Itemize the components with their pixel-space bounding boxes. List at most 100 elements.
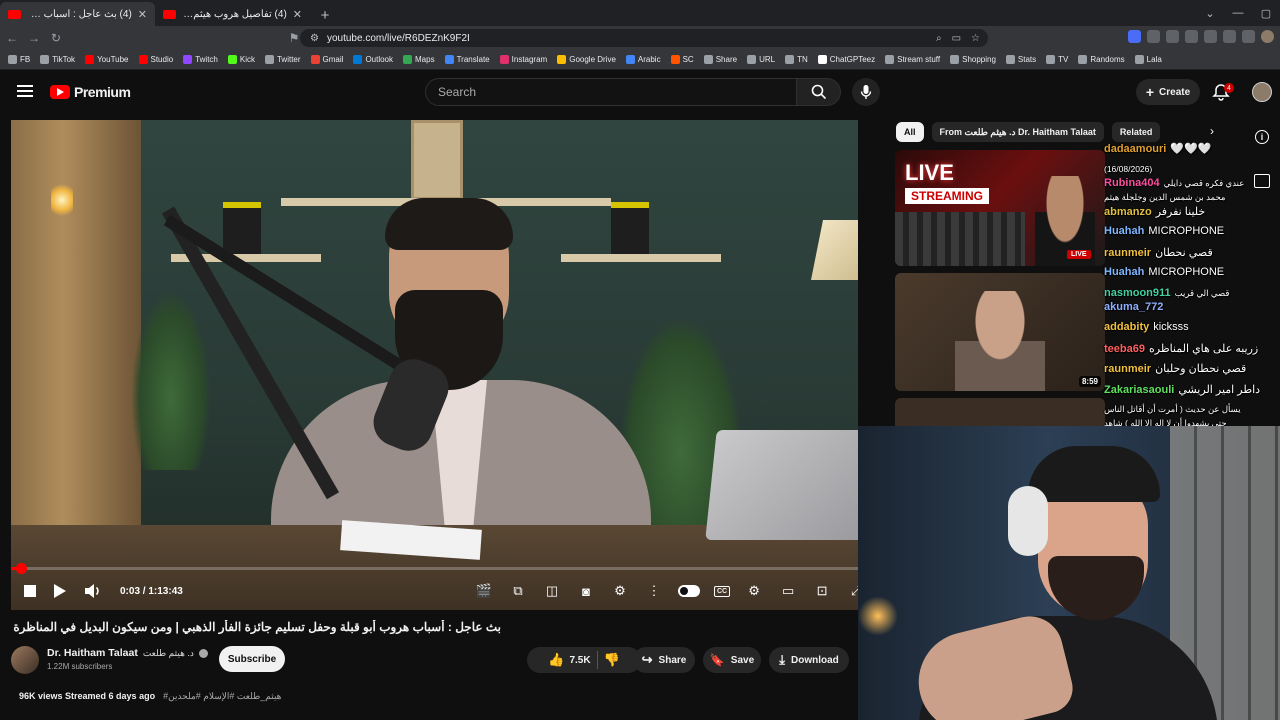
search-button[interactable] — [797, 78, 841, 106]
bookmark-item[interactable]: Share — [703, 55, 737, 64]
tab-search-icon[interactable]: ⌄ — [1196, 0, 1224, 26]
like-button[interactable]: 👍 7.5K — [548, 652, 590, 668]
bookmark-item[interactable]: Instagram — [499, 55, 547, 64]
minimize-button[interactable]: — — [1224, 0, 1252, 26]
bookmark-item[interactable]: Twitch — [183, 55, 218, 64]
miniplayer-icon[interactable]: ▭ — [778, 582, 798, 600]
chip-related[interactable]: Related — [1111, 122, 1161, 142]
forward-arrow-icon[interactable]: → — [24, 28, 44, 48]
bookmark-item[interactable]: Stream stuff — [885, 55, 940, 64]
extension-icon[interactable] — [1204, 30, 1217, 43]
extension-icon[interactable] — [1147, 30, 1160, 43]
gear-icon[interactable]: ⚙ — [610, 582, 630, 600]
bookmark-item[interactable]: Studio — [138, 55, 173, 64]
address-bar[interactable]: ⚙ youtube.com/live/R6DEZnK9F2I ⌕ ▭ ☆ — [300, 29, 988, 47]
bookmark-item[interactable]: Maps — [403, 55, 435, 64]
chevron-right-icon[interactable]: › — [1210, 124, 1214, 138]
bookmark-item[interactable]: Randoms — [1078, 55, 1125, 64]
bookmark-item[interactable]: Gmail — [310, 55, 343, 64]
clapper-icon[interactable]: 🎬 — [474, 582, 494, 600]
chat-username[interactable]: raunmeir — [1104, 247, 1151, 259]
video-player[interactable] — [11, 120, 858, 610]
cast-icon[interactable]: ⊡ — [812, 582, 832, 600]
bookmark-item[interactable]: Stats — [1005, 55, 1036, 64]
youtube-logo[interactable]: Premium — [50, 84, 131, 100]
chat-username[interactable]: teeba69 — [1104, 343, 1145, 355]
cast-icon[interactable]: ▭ — [952, 33, 961, 44]
bookmark-item[interactable]: SC — [670, 55, 694, 64]
back-arrow-icon[interactable]: ← — [2, 28, 22, 48]
extension-icon[interactable] — [1223, 30, 1236, 43]
bookmark-item[interactable]: Translate — [444, 55, 490, 64]
bookmark-item[interactable]: TikTok — [40, 55, 75, 64]
camera-icon[interactable]: ◙ — [576, 582, 596, 600]
chat-username[interactable]: Rubina404 — [1104, 177, 1160, 189]
profile-icon[interactable] — [1261, 30, 1274, 43]
chat-username[interactable]: nasmoon911 — [1104, 287, 1171, 299]
extension-icon[interactable] — [1166, 30, 1179, 43]
chip-from-channel[interactable]: From د. هيثم طلعت Dr. Haitham Talaat — [931, 122, 1104, 142]
channel-avatar[interactable] — [11, 646, 39, 674]
account-avatar[interactable] — [1252, 82, 1272, 102]
search-input[interactable]: Search — [425, 78, 797, 106]
chat-username[interactable]: Huahah — [1104, 266, 1144, 278]
bookmark-item[interactable]: Kick — [227, 55, 255, 64]
new-tab-button[interactable]: + — [314, 4, 336, 26]
bookmark-item[interactable]: Twitter — [264, 55, 301, 64]
more-vertical-icon[interactable]: ⋮ — [644, 582, 664, 600]
site-info-icon[interactable]: ⚙ — [310, 33, 319, 44]
save-button[interactable]: 🔖 Save — [703, 647, 761, 673]
chat-username[interactable]: abmanzo — [1104, 206, 1152, 218]
chip-all[interactable]: All — [896, 122, 924, 142]
captions-button[interactable]: CC — [714, 585, 731, 597]
extension-icon[interactable] — [1185, 30, 1198, 43]
bookmark-item[interactable]: Outlook — [353, 55, 393, 64]
bookmark-item[interactable]: Lala — [1134, 55, 1162, 64]
recommendation-thumbnail[interactable]: 8:59 — [895, 273, 1105, 391]
chat-username[interactable]: dadaamouri — [1104, 143, 1166, 155]
create-button[interactable]: + Create — [1136, 79, 1200, 105]
bookmark-star-icon[interactable]: ☆ — [971, 33, 980, 44]
dislike-button[interactable]: 👎 — [604, 652, 620, 668]
volume-icon[interactable] — [84, 583, 102, 599]
close-tab-icon[interactable]: ✕ — [293, 8, 302, 21]
recommendation-thumbnail[interactable]: LIVE STREAMING LIVE — [895, 150, 1105, 266]
close-tab-icon[interactable]: ✕ — [138, 8, 147, 21]
autoplay-toggle[interactable] — [678, 585, 700, 597]
progress-scrubber[interactable] — [16, 563, 27, 574]
bookmark-item[interactable]: ChatGPTeez — [817, 55, 875, 64]
bookmark-item[interactable]: Google Drive — [557, 55, 616, 64]
progress-bar[interactable] — [11, 563, 858, 574]
play-icon[interactable] — [54, 584, 66, 598]
reload-icon[interactable]: ↻ — [46, 28, 66, 48]
bookmark-page-icon[interactable]: ⚑ — [284, 28, 304, 48]
stop-icon[interactable] — [24, 585, 36, 597]
extension-icon[interactable] — [1242, 30, 1255, 43]
bookmark-item[interactable]: FB — [8, 55, 30, 64]
voice-search-button[interactable] — [852, 78, 880, 106]
channel-name-latin[interactable]: Dr. Haitham Talaat — [47, 647, 138, 659]
download-button[interactable]: ⤓ Download — [769, 647, 849, 673]
chat-username[interactable]: raunmeir — [1104, 363, 1151, 375]
bookmark-item[interactable]: TV — [1046, 55, 1068, 64]
zoom-icon[interactable]: ⌕ — [936, 33, 942, 44]
chat-username[interactable]: akuma_772 — [1104, 301, 1163, 313]
bookmark-item[interactable]: TN — [785, 55, 808, 64]
menu-icon[interactable] — [17, 85, 33, 97]
bookmark-item[interactable]: Arabic — [625, 55, 661, 64]
browser-tab-1[interactable]: (4) بث عاجل : أسباب هروب أبو قبلة ✕ — [0, 2, 155, 26]
channel-name-arabic[interactable]: د. هيثم طلعت — [143, 648, 194, 659]
browser-tab-2[interactable]: (4) تفاصيل هروب هيثم طلعت - #كلينا ✕ — [155, 2, 310, 26]
chat-username[interactable]: Huahah — [1104, 225, 1144, 237]
bookmark-item[interactable]: Shopping — [950, 55, 996, 64]
share-button[interactable]: ↪ Share — [633, 647, 695, 673]
bookmark-item[interactable]: YouTube — [85, 55, 129, 64]
channel-name[interactable]: Dr. Haitham Talaat د. هيثم طلعت — [47, 647, 208, 659]
hashtags[interactable]: #هيثم_طلعت #الإسلام #ملحدين — [163, 691, 281, 702]
subscribe-button[interactable]: Subscribe — [219, 646, 285, 672]
video-meta[interactable]: 96K views Streamed 6 days ago #هيثم_طلعت… — [19, 691, 281, 702]
split-icon[interactable]: ◫ — [542, 582, 562, 600]
chat-username[interactable]: addabity — [1104, 321, 1149, 333]
bookmark-item[interactable]: URL — [747, 55, 775, 64]
extension-icon[interactable] — [1128, 30, 1141, 43]
